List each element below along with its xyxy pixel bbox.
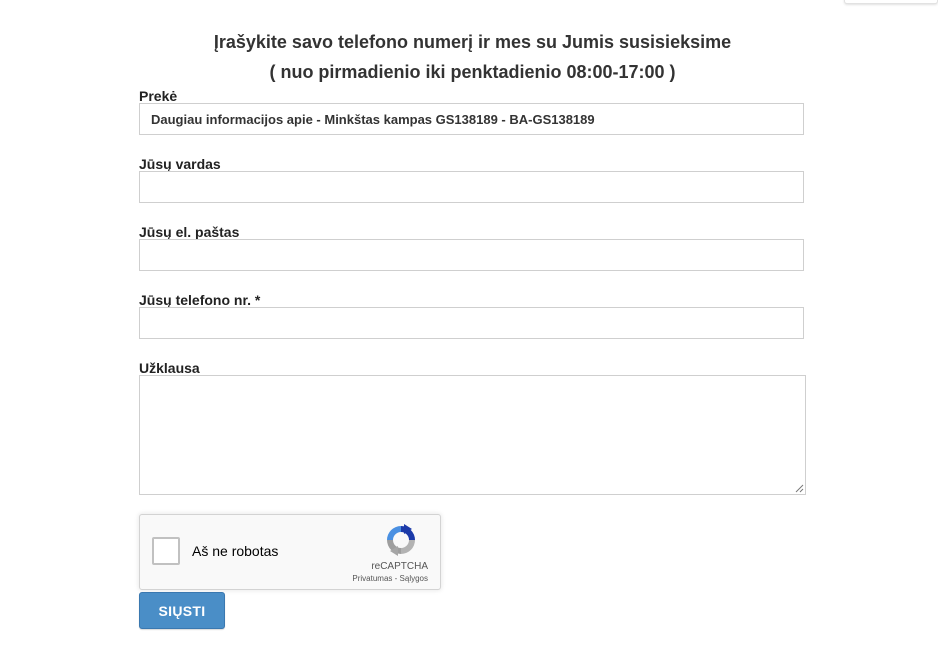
submit-button[interactable]: SIŲSTI (139, 592, 225, 629)
name-input[interactable] (139, 171, 804, 203)
phone-input[interactable] (139, 307, 804, 339)
inquiry-textarea[interactable] (139, 375, 806, 495)
recaptcha-brand: reCAPTCHA (371, 561, 428, 572)
product-input[interactable] (139, 103, 804, 135)
recaptcha-links: Privatumas - Sąlygos (352, 574, 428, 583)
corner-tab[interactable] (844, 0, 938, 4)
name-label: Jūsų vardas (139, 156, 221, 172)
recaptcha-logo-icon (387, 524, 415, 556)
heading-line-1: Įrašykite savo telefono numerį ir mes su… (213, 32, 732, 52)
email-input[interactable] (139, 239, 804, 271)
product-label: Prekė (139, 88, 178, 104)
recaptcha-label: Aš ne robotas (192, 543, 279, 559)
recaptcha-privacy-link[interactable]: Privatumas (352, 574, 392, 583)
form-heading: Įrašykite savo telefono numerį ir mes su… (0, 27, 938, 87)
recaptcha-checkbox[interactable] (152, 537, 180, 565)
email-label: Jūsų el. paštas (139, 224, 240, 240)
recaptcha-link-separator: - (392, 574, 400, 583)
inquiry-label: Užklausa (139, 360, 200, 376)
phone-label: Jūsų telefono nr. * (139, 292, 261, 308)
heading-line-2: ( nuo pirmadienio iki penktadienio 08:00… (269, 62, 676, 82)
recaptcha-terms-link[interactable]: Sąlygos (400, 574, 428, 583)
recaptcha-widget: Aš ne robotas reCAPTCHA Privatumas - Sąl… (139, 514, 441, 590)
resize-handle-icon[interactable] (795, 484, 804, 493)
contact-form-page: Įrašykite savo telefono numerį ir mes su… (0, 0, 938, 658)
